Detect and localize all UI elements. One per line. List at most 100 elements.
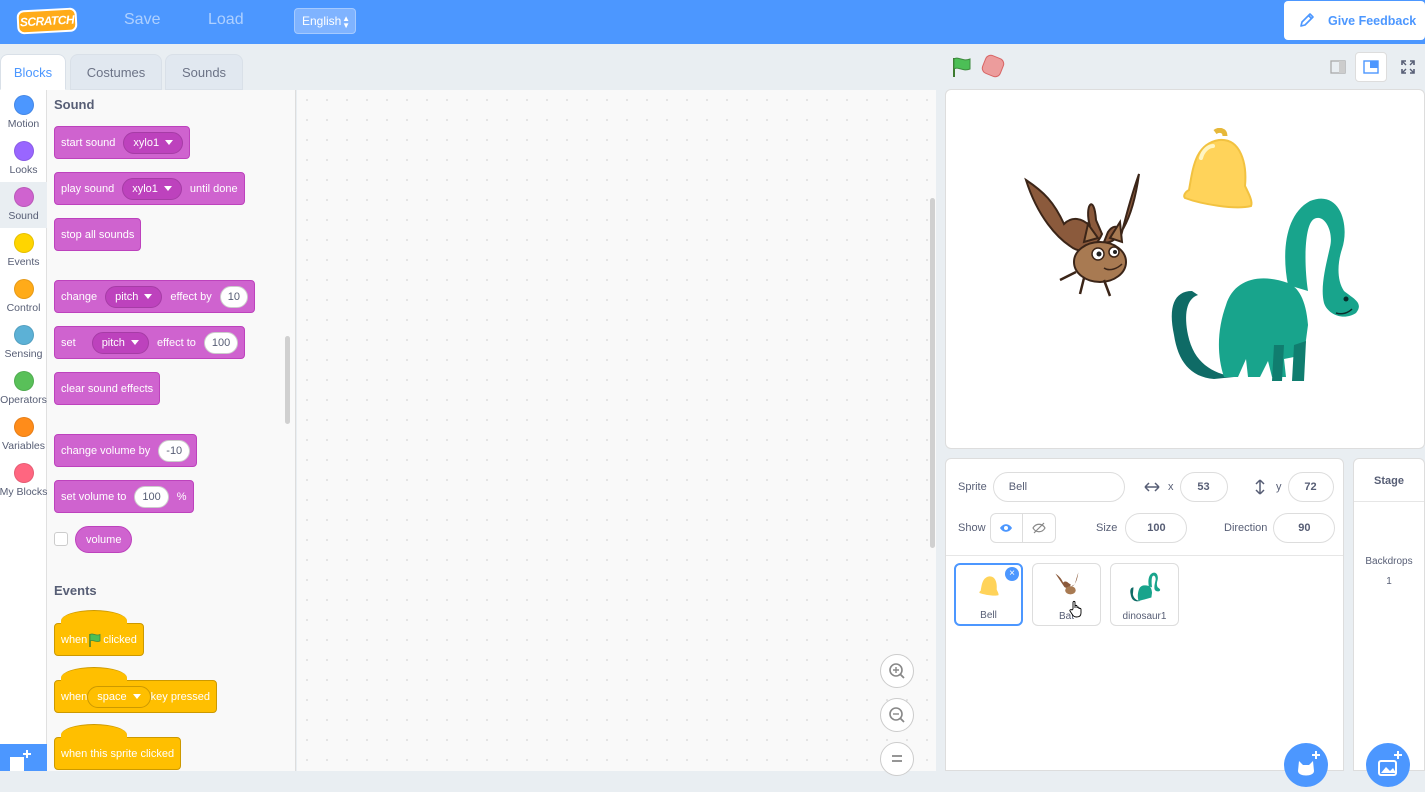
show-hidden-button[interactable] [1023,514,1055,542]
menu-bar: SCRATCH Save Load English ▲ ▼ Give Feedba… [0,0,1425,44]
block-set-effect[interactable]: set pitch effect to 100 [54,326,246,359]
number-input[interactable]: -10 [158,439,191,462]
small-stage-button[interactable] [1322,52,1354,82]
language-select[interactable]: English ▲ ▼ [294,8,356,34]
block-change-effect[interactable]: change pitch effect by 10 [54,280,255,313]
tab-costumes[interactable]: Costumes [70,54,162,90]
normal-stage-button[interactable] [1355,52,1387,82]
tab-blocks[interactable]: Blocks [0,54,66,90]
x-input[interactable]: 53 [1179,472,1228,502]
category-sound[interactable]: Sound [0,182,47,228]
palette-scrollbar[interactable] [285,336,290,424]
dinosaur-sprite[interactable] [1164,195,1364,383]
category-variables[interactable]: Variables [0,412,47,458]
my-blocks-dot-icon [13,463,34,483]
sprite-tile-bat[interactable]: Bat [1032,563,1101,626]
block-when-key-pressed[interactable]: when space key pressed [54,667,217,713]
script-scrollbar[interactable] [930,198,935,548]
block-when-flag-clicked[interactable]: when clicked [54,610,144,656]
hand-cursor-icon [1069,600,1082,618]
x-arrow-icon [1144,482,1160,492]
category-menu: Motion Looks Sound Events Control Sensin… [0,90,47,771]
category-label: Events [7,256,40,268]
choose-backdrop-button[interactable] [1366,743,1410,787]
block-stop-all-sounds[interactable]: stop all sounds [54,218,142,251]
number-input[interactable]: 100 [203,331,239,354]
looks-dot-icon [13,141,34,161]
block-change-volume[interactable]: change volume by -10 [54,434,198,467]
effect-dropdown[interactable]: pitch [91,331,149,354]
category-looks[interactable]: Looks [0,136,47,182]
green-flag-button[interactable] [951,56,973,78]
y-input[interactable]: 72 [1287,472,1334,502]
give-feedback-button[interactable]: Give Feedback [1284,1,1425,40]
stage-title: Stage [1374,475,1404,487]
category-my-blocks[interactable]: My Blocks [0,458,47,504]
size-input[interactable]: 100 [1125,513,1188,543]
category-label: Operators [0,394,47,406]
bat-sprite[interactable] [1024,172,1142,300]
fullscreen-button[interactable] [1392,52,1424,82]
sound-dropdown[interactable]: xylo1 [123,131,184,154]
block-text: % [176,490,187,503]
sprite-tile-bell[interactable]: Bell × [954,563,1023,626]
stage-selector[interactable]: Stage Backdrops 1 [1353,458,1425,771]
category-sensing[interactable]: Sensing [0,320,47,366]
direction-label: Direction [1224,522,1268,534]
number-input[interactable]: 10 [219,285,248,308]
block-text: when [61,690,88,703]
feedback-label: Give Feedback [1328,13,1417,28]
block-when-sprite-clicked[interactable]: when this sprite clicked [54,724,182,770]
category-operators[interactable]: Operators [0,366,47,412]
backdrops-label: Backdrops [1365,556,1413,567]
category-events[interactable]: Events [0,228,47,274]
hat-cap [61,724,127,746]
block-text: change [61,290,98,303]
dropdown-value: xylo1 [132,182,158,195]
sprite-tile-dinosaur1[interactable]: dinosaur1 [1110,563,1179,626]
delete-sprite-icon[interactable]: × [1005,567,1019,581]
effect-dropdown[interactable]: pitch [105,285,163,308]
category-label: Sound [8,210,39,222]
block-set-volume[interactable]: set volume to 100 % [54,480,194,513]
scratch-logo[interactable]: SCRATCH [16,7,78,35]
zoom-out-button[interactable] [880,698,914,732]
block-text: play sound [61,182,115,195]
save-button[interactable]: Save [124,11,160,29]
category-label: Control [6,302,41,314]
tab-sounds[interactable]: Sounds [165,54,243,90]
events-dot-icon [13,233,34,253]
backdrops-count: 1 [1386,576,1392,587]
block-clear-sound-effects[interactable]: clear sound effects [54,372,161,405]
category-motion[interactable]: Motion [0,90,47,136]
show-visible-button[interactable] [991,514,1023,542]
block-start-sound[interactable]: start sound xylo1 [54,126,191,159]
stop-button[interactable] [979,52,1007,80]
section-title-sound: Sound [54,97,95,112]
stage-canvas[interactable] [945,89,1425,449]
dropdown-value: pitch [115,290,139,303]
block-text: start sound [61,136,116,149]
category-control[interactable]: Control [0,274,47,320]
zoom-in-button[interactable] [880,654,914,688]
green-flag-icon [89,633,101,647]
volume-monitor-checkbox[interactable] [54,532,68,546]
reporter-volume[interactable]: volume [75,526,133,553]
category-label: My Blocks [0,486,48,498]
sound-dropdown[interactable]: xylo1 [122,177,182,200]
add-extension-button[interactable] [0,744,47,771]
number-input[interactable]: 100 [134,485,169,508]
direction-input[interactable]: 90 [1273,513,1336,543]
choose-sprite-button[interactable] [1284,743,1328,787]
dropdown-value: pitch [101,336,125,349]
pencil-icon [1300,13,1314,27]
dropdown-value: xylo1 [133,136,160,149]
small-stage-icon [1330,60,1346,74]
block-play-sound-until-done[interactable]: play sound xylo1 until done [54,172,245,205]
block-text: effect to [156,336,196,349]
script-area[interactable] [297,90,936,776]
sprite-name-input[interactable]: Bell [992,472,1125,502]
load-button[interactable]: Load [208,11,244,29]
y-label: y [1276,481,1282,493]
key-dropdown[interactable]: space [87,685,151,708]
